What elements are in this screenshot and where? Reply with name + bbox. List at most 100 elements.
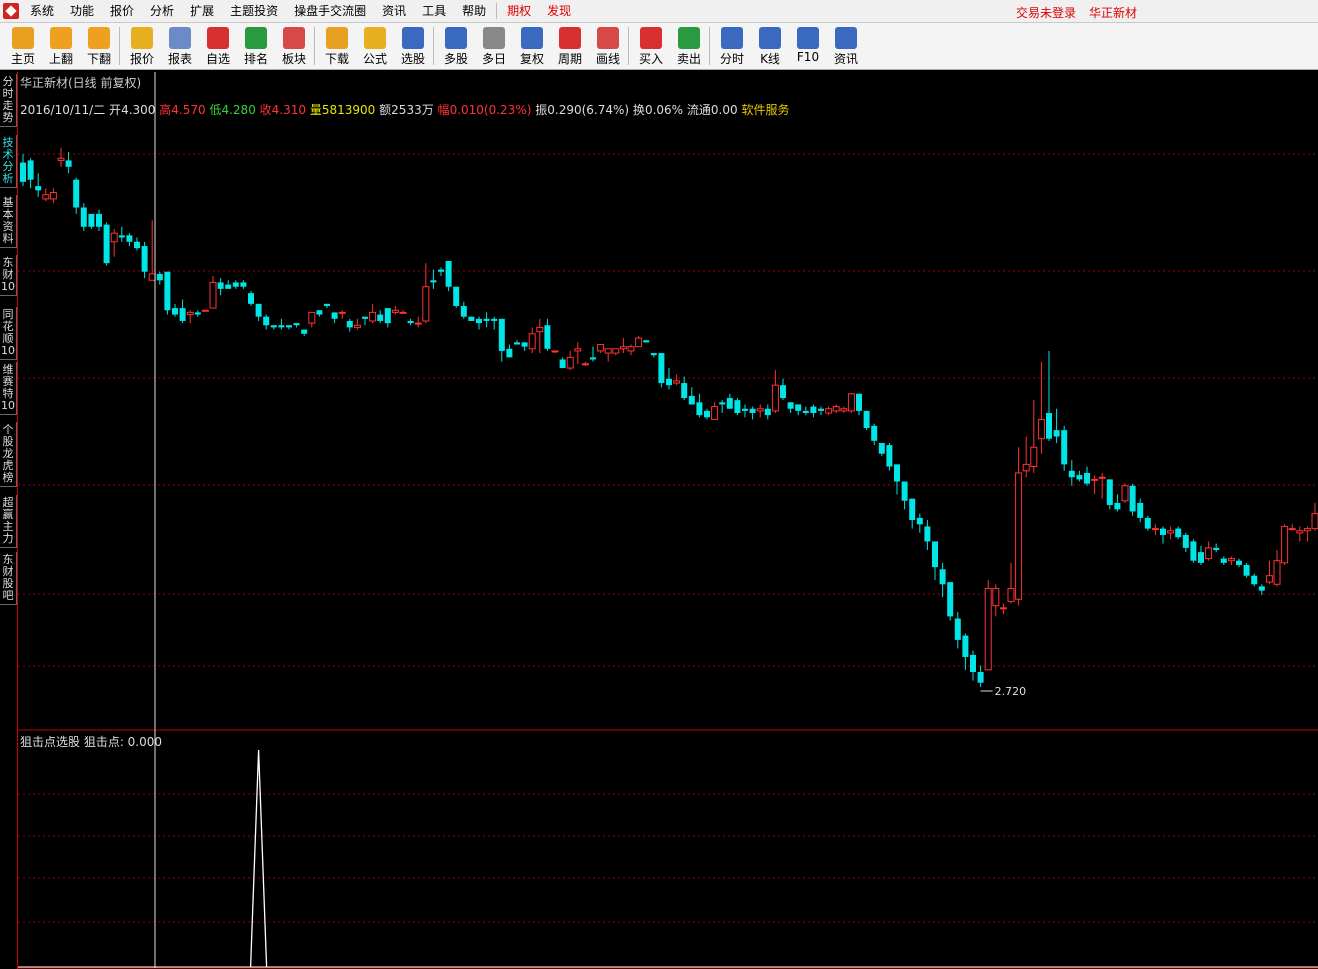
toolbar-button-5-0[interactable]: 分时: [713, 25, 751, 67]
toolbar-button-4-1[interactable]: 卖出: [670, 25, 708, 67]
toolbar-button-1-2[interactable]: 自选: [199, 25, 237, 67]
candle-body-up: [847, 393, 855, 412]
candle-body-down: [704, 410, 710, 418]
candle-body-down: [346, 320, 353, 328]
menu-item-5[interactable]: 主题投资: [222, 0, 286, 22]
candle-body-up: [1015, 472, 1023, 600]
toolbar-label: 上翻: [48, 52, 73, 66]
toolbar-button-1-3[interactable]: 排名: [237, 25, 275, 67]
side-tab-4[interactable]: 同花顺10: [0, 307, 17, 360]
candle-body-up: [1091, 478, 1099, 481]
toolbar-button-5-2[interactable]: F10: [789, 25, 827, 67]
toolbar-button-2-2[interactable]: 选股: [394, 25, 432, 67]
toolbar-button-2-1[interactable]: 公式: [356, 25, 394, 67]
candle-body-up: [1098, 476, 1106, 479]
industry-label[interactable]: 软件服务: [741, 103, 789, 117]
toolbar-button-0-2[interactable]: 下翻: [80, 25, 118, 67]
toolbar-button-0-0[interactable]: 主页: [4, 25, 42, 67]
candle-body-up: [399, 311, 407, 314]
current-stock-name[interactable]: 华正新材: [1089, 4, 1137, 21]
toolbar-button-3-0[interactable]: 多股: [437, 25, 475, 67]
candle-body-up: [1007, 588, 1015, 602]
menu-item-11[interactable]: 发现: [539, 0, 579, 22]
toolbar-label: 公式: [362, 52, 387, 66]
up-arrow-icon: [50, 27, 72, 49]
candle-body-down: [103, 224, 110, 264]
side-tab-5[interactable]: 维赛特10: [0, 362, 17, 415]
menu-item-2[interactable]: 报价: [102, 0, 142, 22]
candle-body-up: [1205, 547, 1213, 560]
candle-body-down: [27, 160, 34, 180]
toolbar-button-3-2[interactable]: 复权: [513, 25, 551, 67]
candle-body-down: [35, 186, 42, 191]
candle-body-down: [460, 305, 467, 317]
menu-item-0[interactable]: 系统: [22, 0, 62, 22]
menu-item-6[interactable]: 操盘手交流圈: [286, 0, 374, 22]
toolbar-button-3-3[interactable]: 周期: [551, 25, 589, 67]
candle-body-down: [1182, 535, 1189, 548]
toolbar-button-0-1[interactable]: 上翻: [42, 25, 80, 67]
menu-item-3[interactable]: 分析: [142, 0, 182, 22]
float-value: 0.00: [710, 103, 738, 117]
close-value: 4.310: [271, 103, 307, 117]
turnover-label: 换: [632, 103, 645, 117]
candle-body-down: [871, 425, 878, 441]
toolbar-button-4-0[interactable]: 买入: [632, 25, 670, 67]
candle-body-down: [453, 286, 460, 306]
menu-item-7[interactable]: 资讯: [374, 0, 414, 22]
side-tab-8[interactable]: 东财股吧: [0, 552, 17, 605]
candle-body-down: [96, 213, 102, 227]
menu-item-1[interactable]: 功能: [62, 0, 102, 22]
candle-body-down: [894, 464, 900, 482]
amplitude-label: 振: [535, 103, 548, 117]
toolbar-button-3-4[interactable]: 画线: [589, 25, 627, 67]
side-tab-3[interactable]: 东财10: [0, 255, 17, 296]
toolbar-button-5-1[interactable]: K线: [751, 25, 789, 67]
sell-icon: [678, 27, 700, 49]
toolbar-label: 自选: [205, 52, 230, 66]
side-tab-2[interactable]: 基本资料: [0, 195, 17, 248]
side-tab-0[interactable]: 分时走势: [0, 74, 17, 127]
app-logo-icon[interactable]: [3, 3, 19, 19]
candle-body-down: [1144, 517, 1151, 529]
candle-body-up: [771, 384, 779, 412]
candle-body-down: [1084, 472, 1090, 484]
toolbar-button-3-1[interactable]: 多日: [475, 25, 513, 67]
open-label: 开: [109, 103, 122, 117]
candle-body-down: [179, 308, 186, 321]
candle-body-up: [391, 309, 399, 313]
f6-icon: [207, 27, 229, 49]
candle-body-down: [681, 383, 688, 399]
menu-item-8[interactable]: 工具: [414, 0, 454, 22]
candle-body-down: [916, 517, 923, 525]
toolbar-button-2-0[interactable]: 下载: [318, 25, 356, 67]
side-tab-7[interactable]: 超赢主力: [0, 495, 17, 548]
toolbar-button-1-0[interactable]: 报价: [123, 25, 161, 67]
candle-body-down: [1061, 430, 1068, 465]
toolbar-separator: [314, 27, 315, 65]
side-tab-6[interactable]: 个股龙虎榜: [0, 422, 17, 487]
toolbar-button-1-1[interactable]: 报表: [161, 25, 199, 67]
candle-body-down: [118, 235, 125, 238]
multi-stock-icon: [445, 27, 467, 49]
candle-body-down: [141, 246, 148, 272]
menu-item-9[interactable]: 帮助: [454, 0, 494, 22]
rank-icon: [245, 27, 267, 49]
toolbar-separator: [119, 27, 120, 65]
side-tab-1[interactable]: 技术分析: [0, 135, 17, 188]
kline-chart-area[interactable]: 2.720 华正新材(日线 前复权) 2016/10/11/二 开4.300 高…: [17, 72, 1318, 969]
toolbar-button-1-4[interactable]: 板块: [275, 25, 313, 67]
candle-body-down: [232, 282, 239, 287]
candle-body-up: [1022, 463, 1030, 472]
change-value: 0.010(0.23%): [449, 103, 532, 117]
candle-body-down: [719, 402, 726, 405]
candle-body-down: [483, 318, 490, 321]
toolbar-button-5-3[interactable]: 资讯: [827, 25, 865, 67]
login-status[interactable]: 交易未登录: [1016, 4, 1076, 21]
candle-body-down: [878, 442, 885, 454]
menu-item-4[interactable]: 扩展: [182, 0, 222, 22]
candle-body-up: [627, 346, 635, 352]
candle-body-down: [476, 318, 482, 324]
menu-item-10[interactable]: 期权: [499, 0, 539, 22]
kline-chart-svg[interactable]: 2.720: [18, 72, 1318, 969]
